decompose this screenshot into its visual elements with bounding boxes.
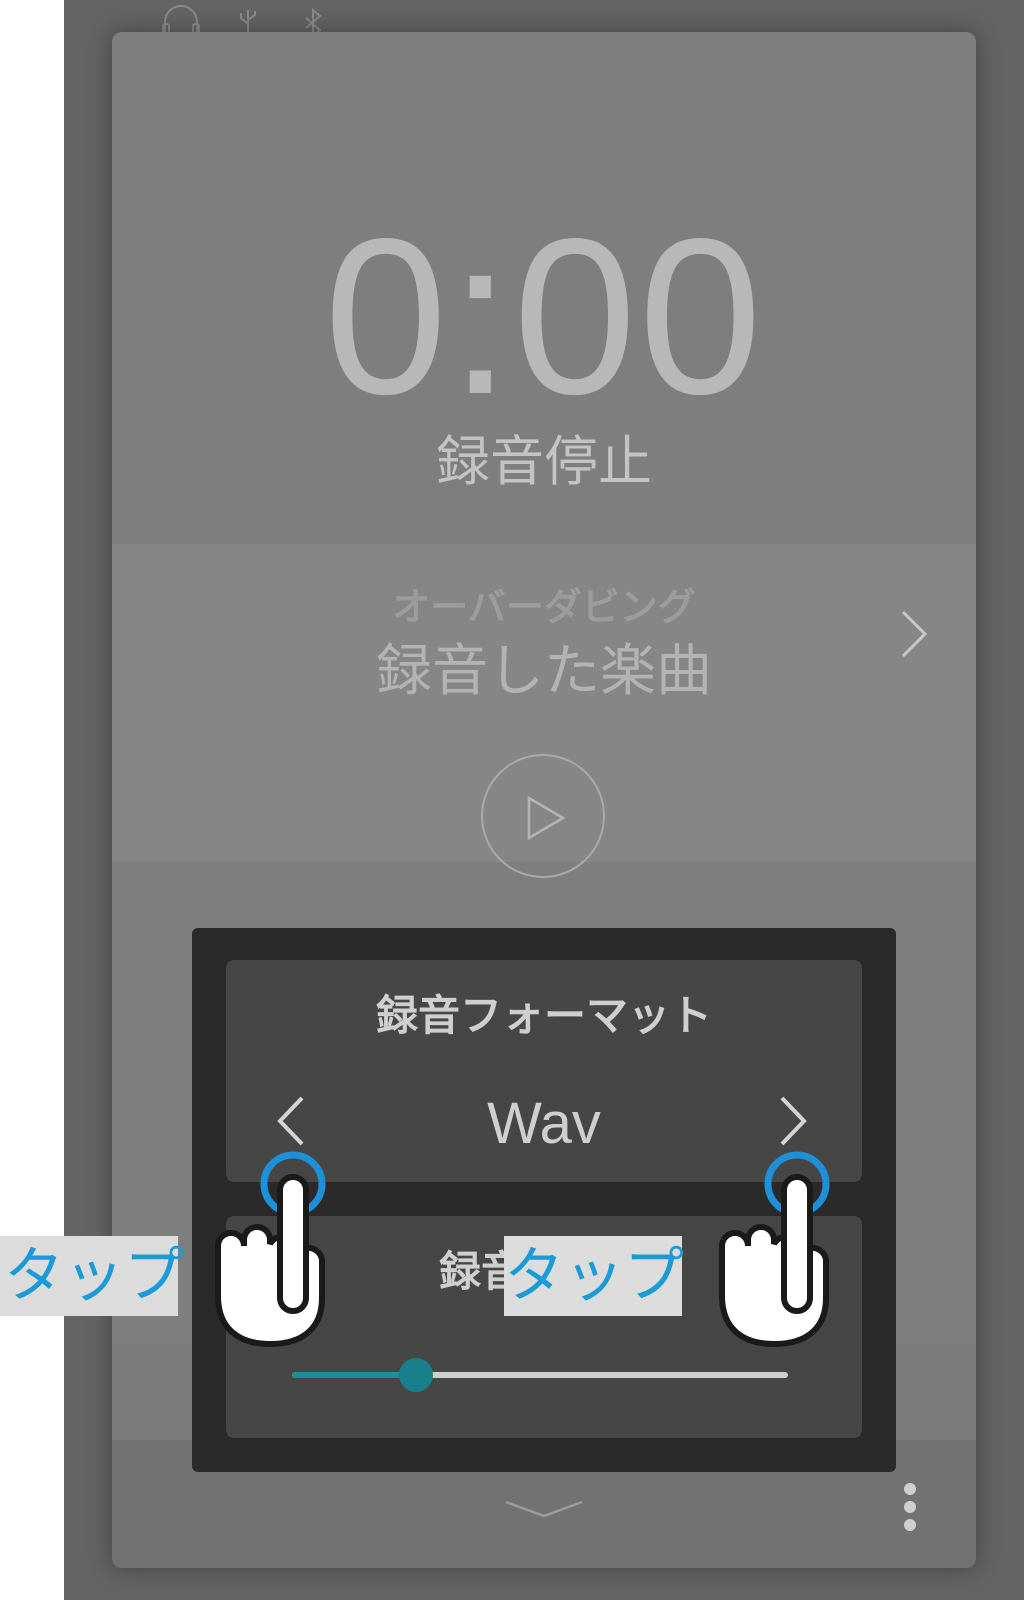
tap-annotation-left: タップ [0,1236,184,1316]
hand-pointer-icon [719,1151,830,1348]
chevron-right-icon[interactable] [898,604,932,664]
bluetooth-icon [305,7,322,34]
more-vertical-icon[interactable] [902,1482,918,1532]
format-title: 録音フォーマット [375,991,712,1040]
recorded-song-title: 録音した楽曲 [376,639,712,704]
level-slider-thumb[interactable] [399,1358,433,1392]
level-slider-fill [292,1372,416,1378]
hand-pointer-icon [215,1151,326,1348]
format-value: Wav [487,1091,601,1156]
chevron-right-icon[interactable] [774,1092,814,1150]
play-button[interactable] [481,754,605,878]
overdubbing-label: オーバーダビング [392,585,696,629]
status-bar [162,5,322,34]
tap-annotation-right: タップ [504,1236,684,1316]
play-icon [527,795,566,841]
overdubbing-section[interactable]: オーバーダビング 録音した楽曲 [112,544,976,878]
headphones-icon [162,5,200,34]
recording-status: 録音停止 [436,430,652,493]
usb-icon [240,10,256,34]
chevron-down-icon[interactable] [504,1498,584,1522]
level-slider[interactable] [292,1358,788,1392]
recording-timer: 0:00 [323,193,765,441]
